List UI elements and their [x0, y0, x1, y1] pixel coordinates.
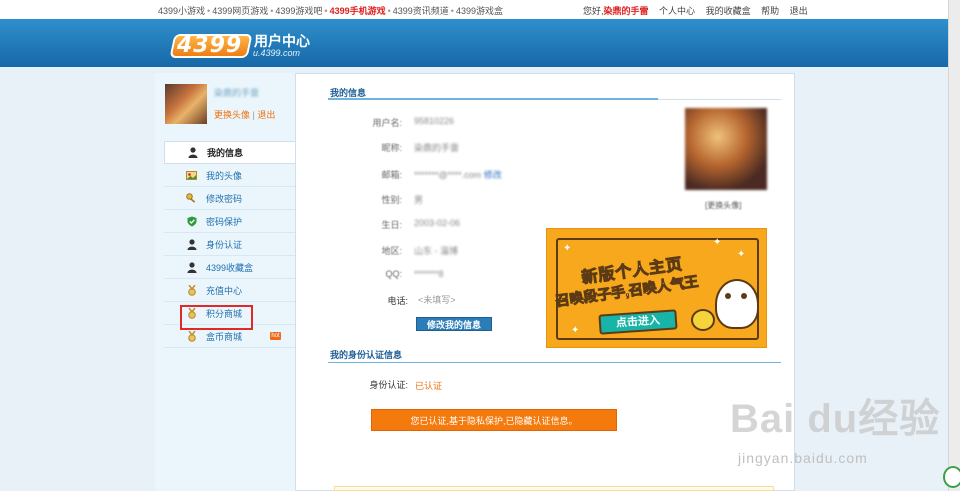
email-label: 邮箱: [381, 170, 402, 180]
person-icon [186, 238, 197, 250]
header-banner: 4399 用户中心 u.4399.com [0, 19, 948, 67]
sidebar-item-4399-collection-box[interactable]: 4399收藏盒 [164, 256, 295, 279]
verified-notice: 您已认证,基于隐私保护,已隐藏认证信息。 [371, 409, 617, 431]
link-4399-news[interactable]: 4399资讯频道 [393, 6, 449, 16]
link-logout[interactable]: 退出 [790, 6, 808, 16]
person-icon [186, 261, 197, 273]
link-4399-game-box[interactable]: 4399游戏盒 [456, 6, 503, 16]
separator-dot: • [387, 6, 391, 16]
separator-dot: • [450, 6, 454, 16]
link-4399-web-games[interactable]: 4399网页游戏 [212, 6, 268, 16]
sidebar-item-label: 我的信息 [207, 148, 244, 158]
username-label: 用户名: [372, 118, 402, 128]
greeting: 您好,染鼎的手雷 [583, 6, 649, 16]
top-link-bar: 4399小游戏 • 4399网页游戏 • 4399游戏吧 • 4399手机游戏 • 4399资讯… [0, 0, 948, 19]
change-avatar-link[interactable]: 更换头像 [214, 110, 250, 120]
separator-dot: • [207, 6, 211, 16]
logo[interactable]: 4399 [177, 33, 242, 58]
sidebar-item-recharge-center[interactable]: 充值中心 [164, 279, 295, 302]
edit-my-info-button[interactable]: 修改我的信息 [416, 317, 492, 331]
sidebar-item-change-password[interactable]: 修改密码 [164, 187, 295, 210]
sidebar-item-password-protection[interactable]: 密码保护 [164, 210, 295, 233]
edit-email-link[interactable]: 修改 [484, 170, 502, 180]
promo-banner[interactable]: ✦ ✦ ✦ ✦ 新版个人主页 召唤段子手,召唤人气王 点击进入 [546, 228, 767, 348]
star-icon: ✦ [563, 243, 572, 254]
username-value: 95810226 [414, 116, 455, 126]
qq-label: QQ: [385, 269, 402, 279]
person-icon [187, 147, 198, 158]
change-avatar-caption[interactable]: [更换头像] [705, 200, 741, 211]
star-icon: ✦ [737, 249, 746, 260]
sidebar-item-label: 充值中心 [206, 285, 243, 296]
medal-icon [186, 330, 197, 342]
user-links: 您好,染鼎的手雷 个人中心 我的收藏盒 帮助 退出 [583, 4, 816, 17]
sidebar-account-links: 更换头像 | 退出 [214, 108, 275, 121]
nickname-value: 染鼎的手雷 [414, 143, 460, 153]
header-subtitle: u.4399.com [253, 48, 301, 58]
watermark-url: jingyan.baidu.com [738, 450, 868, 466]
link-separator: | [252, 110, 255, 120]
sidebar-item-label: 盒币商城 [206, 331, 243, 342]
mascot-icon [715, 279, 759, 329]
phone-value: <未填写> [418, 295, 456, 305]
bottom-notice-box [334, 486, 774, 491]
sidebar-item-label: 身份认证 [206, 239, 243, 250]
identity-label: 身份认证: [369, 380, 408, 390]
link-my-collection[interactable]: 我的收藏盒 [706, 6, 751, 16]
link-4399-mobile-games[interactable]: 4399手机游戏 [330, 6, 386, 16]
sidebar-item-label: 密码保护 [206, 216, 243, 227]
site-links: 4399小游戏 • 4399网页游戏 • 4399游戏吧 • 4399手机游戏 • 4399资讯… [158, 4, 503, 17]
nickname-label: 昵称: [381, 143, 402, 153]
qq-value: *******8 [414, 269, 444, 279]
region-label: 地区: [381, 246, 402, 256]
key-icon [186, 192, 197, 204]
sidebar-item-my-avatar[interactable]: 我的头像 [164, 164, 295, 187]
link-user-center[interactable]: 个人中心 [659, 6, 695, 16]
watermark-brand: Bai du经验 [730, 397, 941, 441]
sidebar-username[interactable]: 染鼎的手雷 [214, 86, 259, 99]
floating-widget-icon[interactable] [943, 466, 960, 488]
sidebar-item-label: 4399收藏盒 [206, 262, 254, 273]
star-icon: ✦ [713, 237, 722, 248]
star-icon: ✦ [571, 325, 580, 336]
sidebar-avatar[interactable] [165, 84, 207, 124]
ball-icon [691, 309, 715, 331]
link-help[interactable]: 帮助 [761, 6, 779, 16]
identity-section-title: 我的身份认证信息 [330, 350, 403, 360]
photo-icon [186, 170, 197, 181]
sidebar-logout-link[interactable]: 退出 [257, 110, 275, 120]
shield-icon [186, 216, 197, 227]
separator-dot: • [324, 6, 328, 16]
email-value: *******@****.com 修改 [414, 170, 502, 180]
identity-status: 已认证 [415, 381, 443, 391]
hot-badge: hot [270, 332, 281, 340]
sidebar-item-label: 修改密码 [206, 193, 243, 204]
link-4399-game-bar[interactable]: 4399游戏吧 [275, 6, 322, 16]
link-4399-mini-games[interactable]: 4399小游戏 [158, 6, 205, 16]
top-username[interactable]: 染鼎的手雷 [604, 6, 649, 16]
sidebar-item-identity-verification[interactable]: 身份认证 [164, 233, 295, 256]
birthday-value: 2003-02-06 [414, 218, 461, 228]
phone-label: 电话: [387, 296, 408, 306]
profile-avatar[interactable] [685, 108, 767, 190]
region-value: 山东 - 淄博 [414, 246, 458, 256]
birthday-label: 生日: [381, 220, 402, 230]
sidebar-item-label: 我的头像 [206, 170, 243, 181]
section-divider-accent [328, 98, 658, 100]
sidebar-item-my-info[interactable]: 我的信息 [164, 141, 295, 164]
gender-label: 性别: [381, 195, 402, 205]
gender-value: 男 [414, 195, 424, 205]
annotation-highlight-box [180, 305, 253, 330]
baidu-jingyan-watermark: Bai du经验 jingyan.baidu.com [730, 386, 941, 466]
section-divider [328, 362, 781, 363]
separator-dot: • [270, 6, 274, 16]
scrollbar[interactable] [948, 0, 960, 491]
medal-icon [186, 284, 197, 296]
